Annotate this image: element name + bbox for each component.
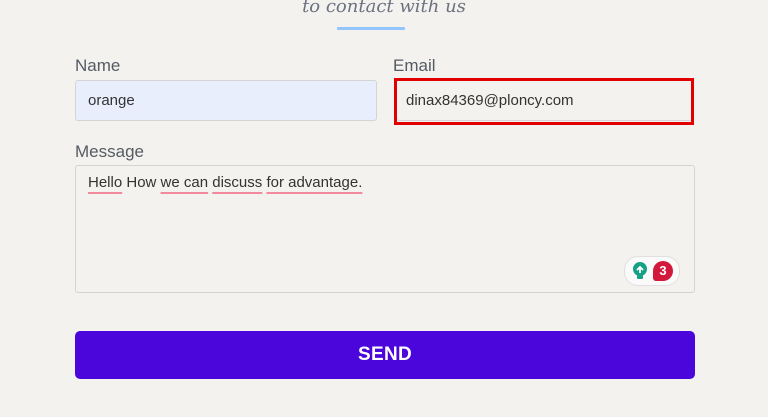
name-label: Name (75, 56, 121, 75)
message-word: for advantage. (266, 174, 363, 191)
grammar-checker-badge[interactable]: 3 (624, 256, 680, 286)
message-word: discuss (212, 174, 263, 191)
message-word: we can (160, 174, 209, 191)
email-label: Email (393, 56, 436, 75)
section-subtitle: to contact with us (302, 0, 466, 17)
contact-form-page: to contact with us Name orange Email din… (0, 0, 768, 417)
message-label: Message (75, 142, 144, 161)
name-field[interactable]: orange (75, 80, 377, 121)
subtitle-underline (337, 27, 405, 30)
message-word: How (126, 174, 157, 191)
lightbulb-icon (633, 262, 647, 279)
message-word: Hello (88, 174, 123, 191)
issue-count-badge: 3 (653, 261, 673, 281)
message-textarea[interactable]: Hello How we can discuss for advantage. (75, 165, 695, 293)
send-button[interactable]: SEND (75, 331, 695, 379)
email-field[interactable]: dinax84369@ploncy.com (396, 80, 694, 121)
